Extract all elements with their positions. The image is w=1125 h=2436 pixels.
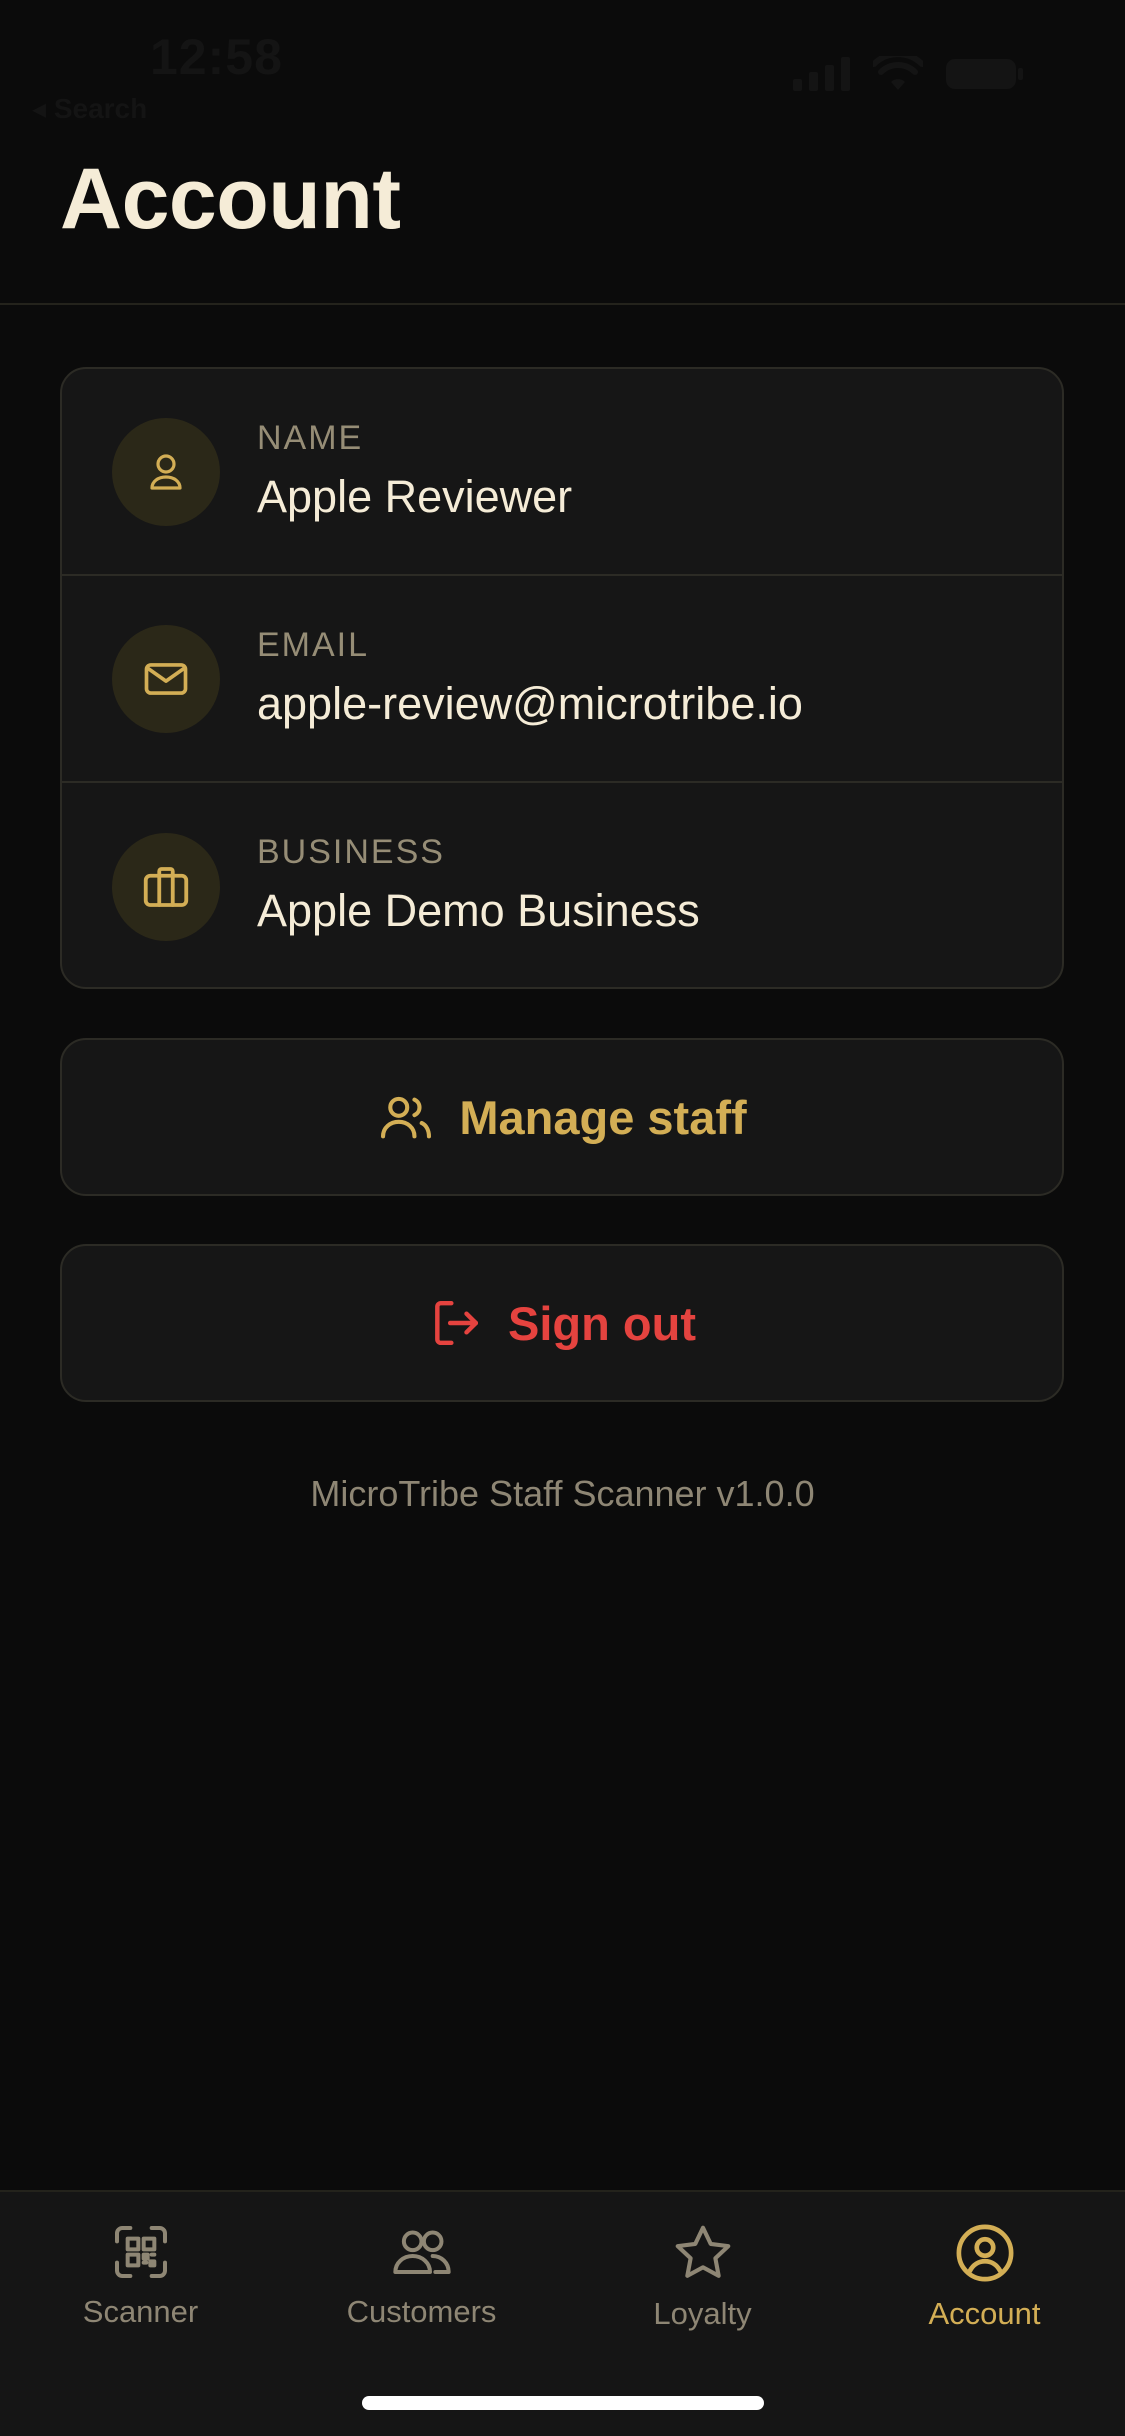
customers-icon (392, 2230, 451, 2274)
status-icons (793, 56, 1025, 92)
manage-staff-label: Manage staff (459, 1090, 747, 1144)
sign-out-button[interactable]: Sign out (60, 1244, 1064, 1402)
status-time: 12:58 (150, 29, 283, 85)
header-divider (0, 303, 1125, 305)
app-version-text: MicroTribe Staff Scanner v1.0.0 (310, 1473, 815, 1514)
sign-out-label: Sign out (508, 1296, 696, 1350)
manage-staff-button[interactable]: Manage staff (60, 1038, 1064, 1196)
tab-customers-label: Customers (346, 2294, 497, 2329)
mail-icon-badge (112, 624, 220, 733)
logout-icon (435, 1300, 479, 1346)
business-label: BUSINESS (257, 833, 445, 871)
business-value: Apple Demo Business (257, 885, 700, 936)
tab-account[interactable]: Account (844, 2220, 1125, 2332)
email-value: apple-review@microtribe.io (257, 678, 803, 729)
battery-icon (946, 59, 1023, 89)
signal-icon (793, 57, 850, 91)
briefcase-icon-badge (112, 832, 220, 941)
user-icon (150, 453, 182, 490)
account-icon (956, 2224, 1013, 2282)
profile-row-email: EMAIL apple-review@microtribe.io (62, 576, 1062, 783)
tab-account-label: Account (928, 2296, 1041, 2331)
users-icon (381, 1096, 432, 1139)
page-title: Account (60, 151, 401, 247)
profile-row-name: NAME Apple Reviewer (62, 369, 1062, 576)
account-screen: 12:58 ◂ Search Account NAME Apple Review… (0, 0, 1125, 2436)
name-label: NAME (257, 419, 364, 457)
name-value: Apple Reviewer (257, 471, 573, 522)
back-to-search-link[interactable]: ◂ Search (32, 92, 147, 125)
qr-scan-icon (114, 2226, 167, 2278)
tab-loyalty[interactable]: Loyalty (562, 2220, 843, 2332)
tab-customers[interactable]: Customers (281, 2220, 562, 2330)
email-label: EMAIL (257, 626, 370, 664)
user-icon-badge (112, 417, 220, 526)
profile-info-card: NAME Apple Reviewer EMAIL apple-review@m… (60, 367, 1064, 989)
profile-row-business: BUSINESS Apple Demo Business (62, 783, 1062, 987)
star-icon (675, 2225, 730, 2278)
wifi-icon (873, 56, 923, 90)
home-indicator[interactable] (362, 2396, 764, 2410)
tab-scanner[interactable]: Scanner (0, 2220, 281, 2330)
briefcase-icon (143, 866, 189, 907)
mail-icon (144, 662, 188, 695)
tab-loyalty-label: Loyalty (653, 2296, 752, 2331)
tab-scanner-label: Scanner (82, 2294, 199, 2329)
